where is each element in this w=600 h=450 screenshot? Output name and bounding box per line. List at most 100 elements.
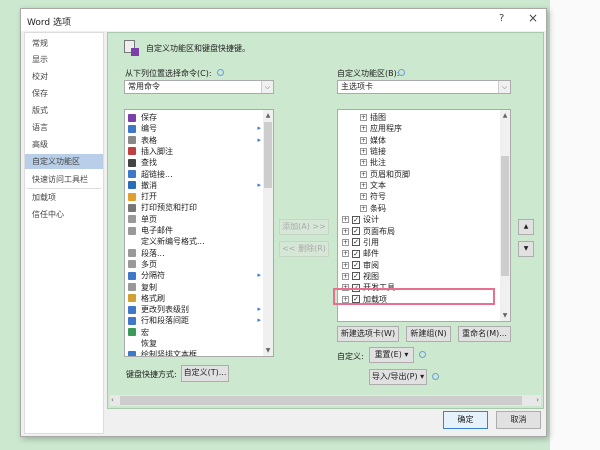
- command-item[interactable]: 分隔符 ▸: [125, 270, 263, 281]
- tab-checkbox[interactable]: ✓: [352, 249, 360, 258]
- horizontal-scrollbar[interactable]: ‹ ›: [110, 395, 541, 406]
- sidebar-item[interactable]: 快速访问工具栏: [25, 172, 103, 187]
- expand-icon[interactable]: +: [360, 170, 367, 178]
- ok-button[interactable]: 确定: [443, 411, 488, 429]
- ribbon-tree-item[interactable]: + 应用程序: [338, 123, 402, 134]
- command-item[interactable]: 更改列表级别 ▸: [125, 304, 263, 315]
- ribbon-tree-item[interactable]: + 条码: [338, 203, 386, 214]
- expand-icon[interactable]: +: [342, 272, 349, 280]
- close-button[interactable]: ×: [528, 11, 538, 25]
- command-item[interactable]: 查找: [125, 157, 263, 168]
- chevron-down-icon[interactable]: ⌵: [261, 81, 273, 93]
- command-item[interactable]: 保存: [125, 112, 263, 123]
- sidebar-item[interactable]: 校对: [25, 69, 103, 84]
- commands-dropdown[interactable]: 常用命令 ⌵: [124, 80, 274, 94]
- expand-icon[interactable]: +: [342, 250, 349, 258]
- remove-button[interactable]: << 删除(R): [279, 241, 329, 257]
- scroll-up-icon[interactable]: ▲: [500, 112, 510, 119]
- command-item[interactable]: 绘制竖排文本框: [125, 349, 263, 356]
- new-group-button[interactable]: 新建组(N): [406, 326, 451, 342]
- ribbon-tree-item[interactable]: + ✓ 邮件: [338, 248, 379, 259]
- tab-checkbox[interactable]: ✓: [352, 272, 360, 281]
- sidebar-item[interactable]: 保存: [25, 86, 103, 101]
- cancel-button[interactable]: 取消: [496, 411, 541, 429]
- expand-icon[interactable]: +: [360, 159, 367, 167]
- ribbon-tree-item[interactable]: + 文本: [338, 180, 386, 191]
- sidebar-item[interactable]: 信任中心: [25, 207, 103, 222]
- tab-checkbox[interactable]: ✓: [352, 215, 360, 224]
- ribbon-tree-item[interactable]: + 页眉和页脚: [338, 169, 410, 180]
- expand-icon[interactable]: +: [360, 182, 367, 190]
- command-item[interactable]: 表格 ▸: [125, 135, 263, 146]
- sidebar-item[interactable]: 自定义功能区: [25, 154, 103, 169]
- scroll-down-icon[interactable]: ▼: [263, 347, 273, 354]
- ribbon-tree-item[interactable]: + 链接: [338, 146, 386, 157]
- chevron-down-icon[interactable]: ⌵: [498, 81, 510, 93]
- expand-icon[interactable]: +: [342, 238, 349, 246]
- ribbon-tree-item[interactable]: + ✓ 引用: [338, 237, 379, 248]
- scroll-left-icon[interactable]: ‹: [111, 396, 114, 404]
- ribbon-scrollbar[interactable]: ▲ ▼: [500, 110, 510, 321]
- expand-icon[interactable]: +: [360, 193, 367, 201]
- expand-icon[interactable]: +: [360, 204, 367, 212]
- ribbon-tree-item[interactable]: + ✓ 页面布局: [338, 226, 395, 237]
- expand-icon[interactable]: +: [360, 136, 367, 144]
- ribbon-tree-item[interactable]: + 媒体: [338, 135, 386, 146]
- reset-button[interactable]: 重置(E) ▾: [369, 347, 414, 363]
- sidebar-item[interactable]: 高级: [25, 137, 103, 152]
- scrollbar-thumb[interactable]: [120, 396, 522, 405]
- sidebar-item[interactable]: 版式: [25, 103, 103, 118]
- command-item[interactable]: 恢复: [125, 338, 263, 349]
- command-item[interactable]: 超链接...: [125, 169, 263, 180]
- ribbon-tree-item[interactable]: + ✓ 审阅: [338, 260, 379, 271]
- command-item[interactable]: 宏: [125, 327, 263, 338]
- command-item[interactable]: 段落...: [125, 248, 263, 259]
- command-item[interactable]: 单页: [125, 214, 263, 225]
- scroll-right-icon[interactable]: ›: [536, 396, 539, 404]
- ribbon-dropdown[interactable]: 主选项卡 ⌵: [337, 80, 511, 94]
- sidebar-item[interactable]: 常规: [25, 36, 103, 51]
- scroll-down-icon[interactable]: ▼: [500, 312, 510, 319]
- command-item[interactable]: 格式刷: [125, 293, 263, 304]
- command-item[interactable]: 打印预览和打印: [125, 202, 263, 213]
- tab-checkbox[interactable]: ✓: [352, 261, 360, 270]
- ribbon-tree-item[interactable]: + 插图: [338, 112, 386, 123]
- command-item[interactable]: 多页: [125, 259, 263, 270]
- expand-icon[interactable]: +: [360, 114, 367, 121]
- command-item[interactable]: 复制: [125, 282, 263, 293]
- scrollbar-thumb[interactable]: [264, 122, 272, 188]
- command-item[interactable]: 行和段落间距 ▸: [125, 315, 263, 326]
- expand-icon[interactable]: +: [342, 216, 349, 224]
- rename-button[interactable]: 重命名(M)...: [458, 326, 511, 342]
- ribbon-tree-item[interactable]: + ✓ 视图: [338, 271, 379, 282]
- sidebar-item[interactable]: 语言: [25, 120, 103, 135]
- ribbon-tree-item[interactable]: + ✓ 设计: [338, 214, 379, 225]
- tab-checkbox[interactable]: ✓: [352, 227, 360, 235]
- commands-list[interactable]: 绘制竖排文本框 恢复 宏行和段落间距 ▸ 更改列表级别 ▸ 格式刷 复制 分隔符 ▸ 多页 段落...…: [124, 109, 274, 357]
- sidebar-item[interactable]: 显示: [25, 52, 103, 67]
- command-item[interactable]: 电子邮件: [125, 225, 263, 236]
- ribbon-tree-item[interactable]: + 批注: [338, 157, 386, 168]
- new-tab-button[interactable]: 新建选项卡(W): [337, 326, 399, 342]
- expand-icon[interactable]: +: [342, 261, 349, 269]
- move-up-button[interactable]: ▲: [518, 219, 534, 235]
- commands-scrollbar[interactable]: ▲ ▼: [263, 110, 273, 356]
- ribbon-tree-item[interactable]: + 符号: [338, 191, 386, 202]
- command-item[interactable]: 插入脚注: [125, 146, 263, 157]
- command-item[interactable]: 撤消 ▸: [125, 180, 263, 191]
- scroll-up-icon[interactable]: ▲: [263, 112, 273, 119]
- tab-checkbox[interactable]: ✓: [352, 238, 360, 247]
- move-down-button[interactable]: ▼: [518, 241, 534, 257]
- command-item[interactable]: 定义新编号格式...: [125, 236, 263, 247]
- expand-icon[interactable]: +: [342, 227, 349, 235]
- command-item[interactable]: 打开: [125, 191, 263, 202]
- customize-keyboard-button[interactable]: 自定义(T)...: [181, 365, 229, 382]
- expand-icon[interactable]: +: [360, 148, 367, 156]
- scrollbar-thumb[interactable]: [501, 156, 509, 276]
- sidebar-item[interactable]: 加载项: [25, 190, 103, 205]
- add-button[interactable]: 添加(A) >>: [279, 219, 329, 235]
- command-item[interactable]: 编号 ▸: [125, 123, 263, 134]
- help-button[interactable]: ?: [499, 13, 504, 24]
- expand-icon[interactable]: +: [360, 125, 367, 133]
- import-export-button[interactable]: 导入/导出(P) ▾: [369, 369, 427, 385]
